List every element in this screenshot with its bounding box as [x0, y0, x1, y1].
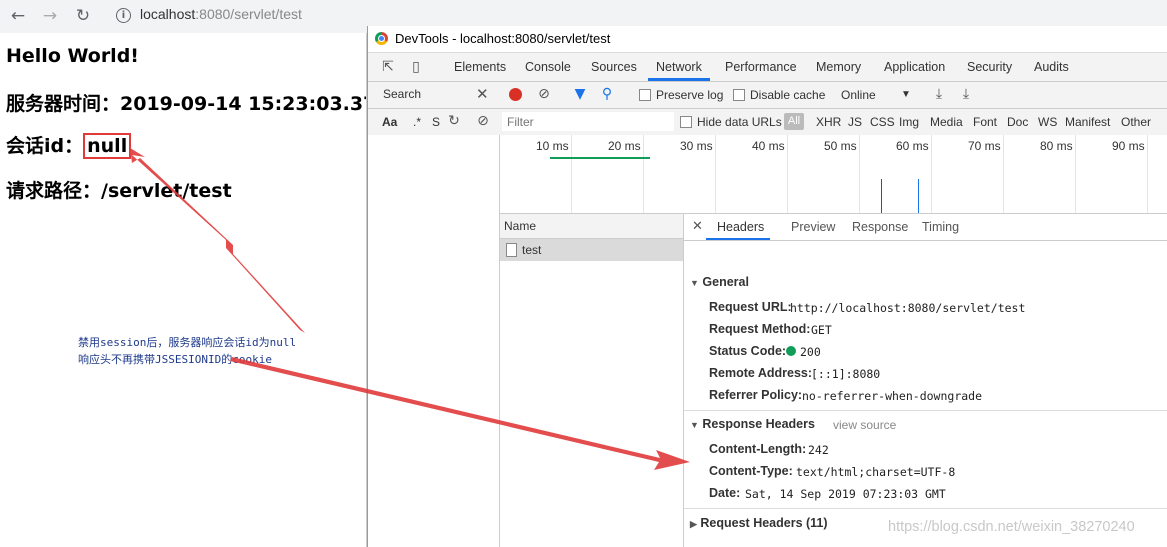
arrow-to-date-header [230, 357, 690, 470]
annotation-arrows [130, 148, 690, 470]
arrow-to-null [130, 148, 305, 333]
watermark-text: https://blog.csdn.net/weixin_38270240 [888, 519, 1135, 535]
